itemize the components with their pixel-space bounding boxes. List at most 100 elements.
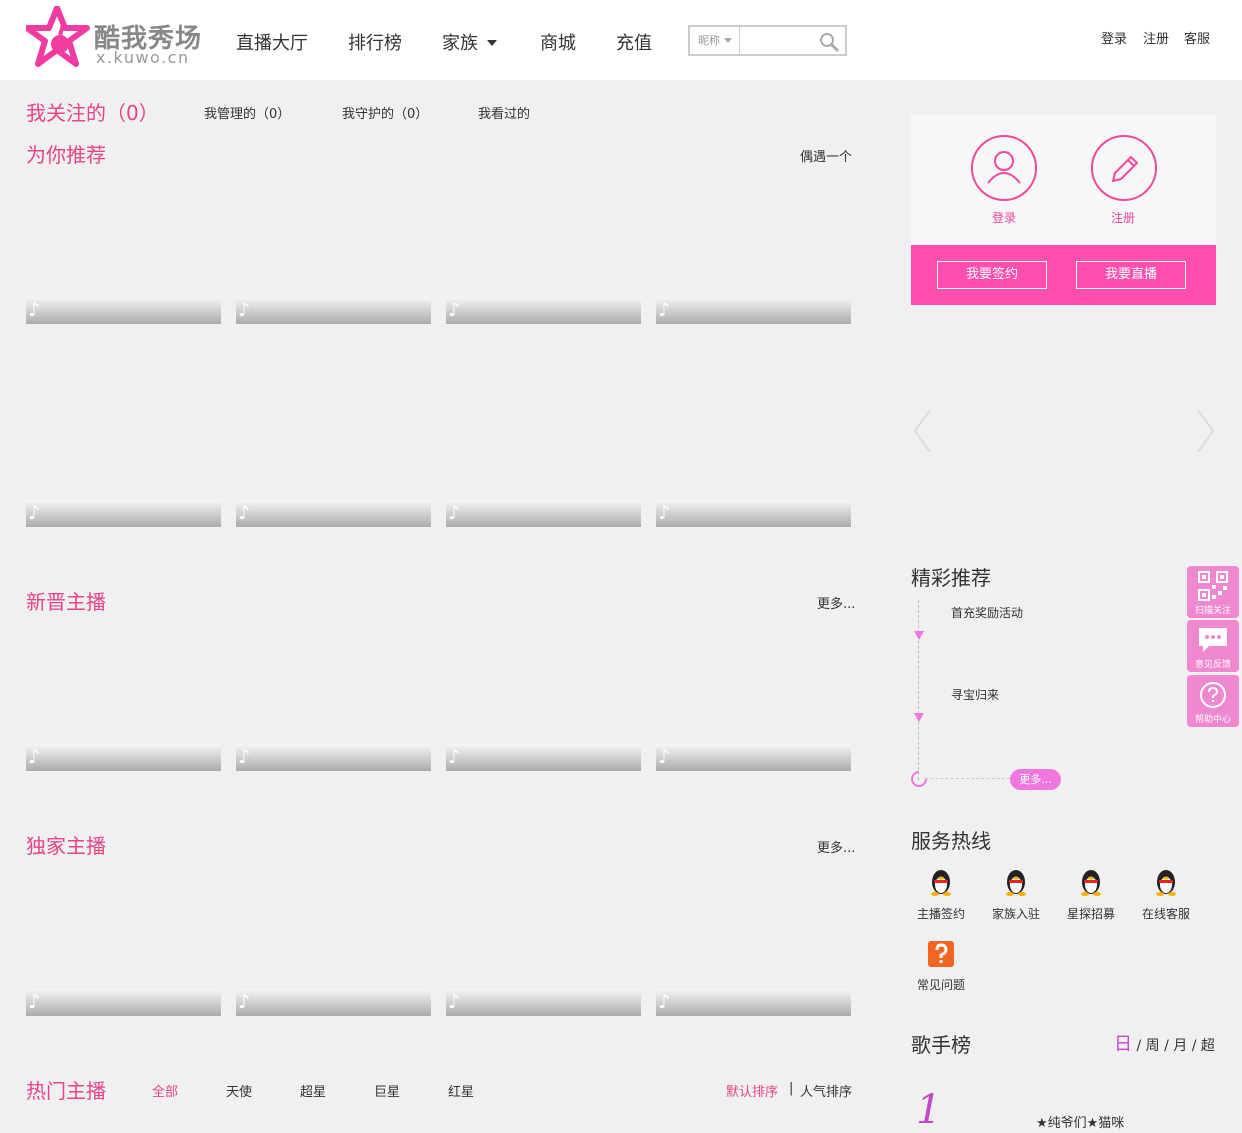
period-separator: /: [1191, 1038, 1197, 1054]
anchor-card[interactable]: ♪: [236, 989, 431, 1016]
tab-guarded[interactable]: 我守护的（0）: [342, 103, 428, 122]
nav-recharge[interactable]: 充值: [616, 29, 652, 55]
nav-live-hall[interactable]: 直播大厅: [236, 29, 308, 55]
random-meet-link[interactable]: 偶遇一个: [800, 146, 852, 165]
music-note-icon: ♪: [448, 746, 461, 768]
feedback-button[interactable]: 意见反馈: [1187, 620, 1239, 672]
newcomers-more-link[interactable]: 更多...: [817, 593, 855, 612]
kuwo-logo[interactable]: 酷我秀场 x.kuwo.cn: [24, 5, 206, 70]
service-scout[interactable]: 星探招募: [1056, 868, 1126, 922]
anchor-card[interactable]: ♪: [26, 297, 221, 324]
newcomers-title: 新晋主播: [26, 590, 106, 614]
period-tabs: 日 / 周 / 月 / 超: [1114, 1030, 1215, 1056]
anchor-card[interactable]: ♪: [446, 297, 641, 324]
exclusive-title: 独家主播: [26, 834, 106, 858]
music-note-icon: ♪: [28, 299, 41, 321]
service-title: 服务热线: [911, 829, 991, 853]
hot-title: 热门主播: [26, 1079, 106, 1103]
exclusive-more-link[interactable]: 更多...: [817, 837, 855, 856]
pencil-icon: [1112, 156, 1138, 182]
anchor-card[interactable]: ♪: [236, 297, 431, 324]
rank-number: 1: [916, 1087, 942, 1133]
search-icon[interactable]: [818, 31, 840, 53]
service-anchor-sign[interactable]: 主播签约: [906, 868, 976, 922]
anchor-card[interactable]: ♪: [446, 500, 641, 527]
filter-angel[interactable]: 天使: [226, 1081, 252, 1100]
triangle-down-icon: [914, 713, 924, 722]
tab-week[interactable]: 周: [1146, 1038, 1160, 1054]
recommend-title: 为你推荐: [26, 143, 106, 167]
service-label: 在线客服: [1141, 907, 1190, 921]
register-caption[interactable]: 注册: [1111, 209, 1135, 226]
sort-popular[interactable]: 人气排序: [800, 1081, 852, 1100]
action-bar: 我要签约 我要直播: [911, 245, 1216, 305]
login-caption[interactable]: 登录: [992, 209, 1016, 226]
chevron-left-icon[interactable]: [912, 408, 932, 454]
register-circle-button[interactable]: [1091, 135, 1157, 201]
tab-following[interactable]: 我关注的（0）: [26, 97, 159, 126]
anchor-card[interactable]: ♪: [656, 297, 851, 324]
service-family-join[interactable]: 家族入驻: [981, 868, 1051, 922]
filter-megastar[interactable]: 巨星: [374, 1081, 400, 1100]
chart-first-name[interactable]: ★纯爷们★猫咪: [1036, 1112, 1124, 1131]
tab-super[interactable]: 超: [1201, 1038, 1215, 1054]
anchor-card[interactable]: ♪: [236, 500, 431, 527]
sign-contract-button[interactable]: 我要签约: [937, 261, 1047, 289]
question-icon: [928, 941, 954, 967]
period-separator: /: [1164, 1038, 1169, 1054]
float-label: 意见反馈: [1194, 660, 1231, 670]
anchor-card[interactable]: ♪: [656, 500, 851, 527]
caret-down-icon: [487, 40, 497, 46]
featured-item[interactable]: 首充奖励活动: [951, 604, 1023, 621]
service-faq[interactable]: 常见问题: [906, 941, 976, 993]
tab-managed[interactable]: 我管理的（0）: [204, 103, 290, 122]
tab-day[interactable]: 日: [1114, 1034, 1132, 1055]
featured-item[interactable]: 寻宝归来: [951, 686, 999, 703]
chevron-right-icon[interactable]: [1196, 408, 1216, 454]
qq-penguin-icon: [1156, 870, 1176, 896]
help-icon: [1200, 682, 1226, 708]
nav-family[interactable]: 家族: [442, 29, 497, 55]
filter-all[interactable]: 全部: [152, 1081, 178, 1100]
help-center-button[interactable]: 帮助中心: [1187, 675, 1239, 727]
nav-ranking[interactable]: 排行榜: [348, 29, 402, 55]
float-label: 扫描关注: [1194, 606, 1231, 616]
anchor-card[interactable]: ♪: [446, 744, 641, 771]
service-label: 主播签约: [916, 907, 965, 921]
nav-shop[interactable]: 商城: [540, 29, 576, 55]
service-label: 常见问题: [916, 978, 965, 992]
go-live-button[interactable]: 我要直播: [1076, 261, 1186, 289]
qq-penguin-icon: [1081, 870, 1101, 896]
qr-code-icon: [1198, 571, 1228, 601]
featured-more-button[interactable]: 更多...: [1010, 769, 1061, 790]
anchor-card[interactable]: ♪: [26, 989, 221, 1016]
music-note-icon: ♪: [28, 991, 41, 1013]
service-online-support[interactable]: 在线客服: [1131, 868, 1201, 922]
login-link[interactable]: 登录: [1101, 28, 1127, 47]
anchor-card[interactable]: ♪: [656, 744, 851, 771]
anchor-card[interactable]: ♪: [446, 989, 641, 1016]
tab-viewed[interactable]: 我看过的: [478, 103, 530, 122]
music-note-icon: ♪: [658, 502, 671, 524]
featured-title: 精彩推荐: [911, 566, 991, 590]
filter-superstar[interactable]: 超星: [300, 1081, 326, 1100]
register-link[interactable]: 注册: [1143, 28, 1169, 47]
search-input[interactable]: [742, 29, 814, 51]
music-note-icon: ♪: [28, 502, 41, 524]
anchor-card[interactable]: ♪: [26, 500, 221, 527]
service-label: 家族入驻: [991, 907, 1040, 921]
filter-redstar[interactable]: 红星: [448, 1081, 474, 1100]
timeline-dash: [925, 778, 1010, 779]
search-category-label: 昵称: [698, 34, 720, 47]
anchor-card[interactable]: ♪: [656, 989, 851, 1016]
music-note-icon: ♪: [448, 502, 461, 524]
sort-default[interactable]: 默认排序: [726, 1081, 778, 1100]
scan-follow-button[interactable]: 扫描关注: [1187, 566, 1239, 618]
music-note-icon: ♪: [238, 746, 251, 768]
anchor-card[interactable]: ♪: [236, 744, 431, 771]
login-circle-button[interactable]: [971, 135, 1037, 201]
customer-service-link[interactable]: 客服: [1184, 28, 1210, 47]
tab-month[interactable]: 月: [1173, 1038, 1187, 1054]
search-category-select[interactable]: 昵称: [690, 27, 740, 54]
anchor-card[interactable]: ♪: [26, 744, 221, 771]
